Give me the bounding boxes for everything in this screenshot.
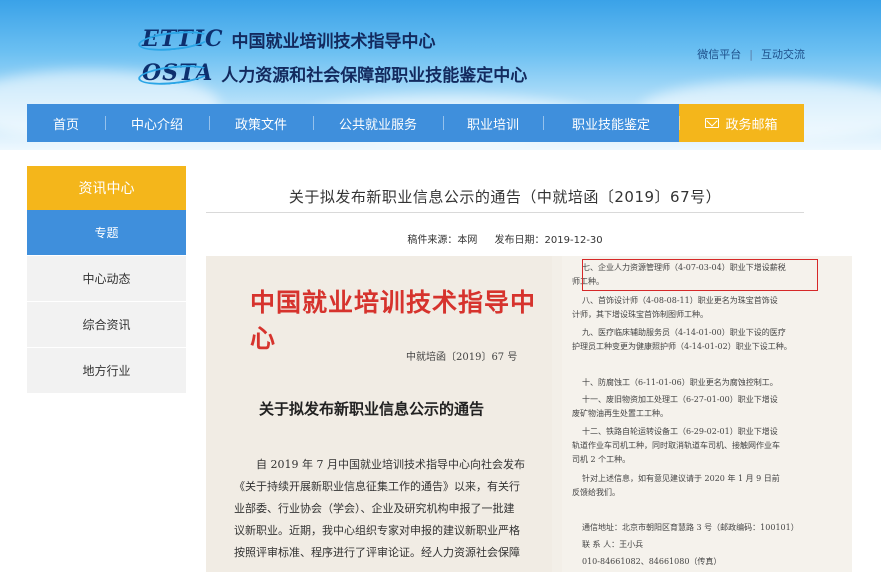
osta-logo-icon: OSTA [137, 60, 213, 88]
logo-ettic[interactable]: ETTIC 中国就业培训技术指导中心 [137, 26, 436, 54]
document-paragraph: 自 2019 年 7 月中国就业培训技术指导中心向社会发布 《关于持续开展新职业… [234, 454, 546, 564]
document-heading: 关于拟发布新职业信息公示的通告 [259, 400, 485, 418]
document-line: 按照评审标准、程序进行了评审论证。经人力资源社会保障 [234, 546, 520, 559]
document-ref-number: 中就培函〔2019〕67 号 [406, 352, 518, 363]
highlight-box [582, 259, 818, 291]
document-org-name: 中国就业培训技术指导中心 [250, 288, 537, 353]
document-line: 通信地址：北京市朝阳区育慧路 3 号（邮政编码：100101） [582, 523, 799, 532]
document-scan: 中国就业培训技术指导中心 中就培函〔2019〕67 号 关于拟发布新职业信息公示… [206, 256, 852, 572]
link-separator: | [749, 47, 753, 61]
document-line: 针对上述信息，如有意见建议请于 2020 年 1 月 9 日前 [582, 474, 780, 483]
sidebar-title: 资讯中心 [27, 166, 186, 210]
ettic-logo-icon: ETTIC [137, 26, 224, 54]
document-line: 八、首饰设计师（4-08-08-11）职业更名为珠宝首饰设 [582, 296, 778, 305]
document-line: 计师，其下增设珠宝首饰制图师工种。 [572, 310, 708, 319]
sidebar: 资讯中心 专题 中心动态 综合资讯 地方行业 [27, 166, 186, 394]
sidebar-item-local[interactable]: 地方行业 [27, 348, 186, 394]
document-line: 九、医疗临床辅助服务员（4-14-01-00）职业下设的医疗 [582, 328, 786, 337]
sidebar-item-general[interactable]: 综合资讯 [27, 302, 186, 348]
nav-policy[interactable]: 政策文件 [209, 104, 313, 142]
interact-link[interactable]: 互动交流 [761, 46, 805, 62]
mail-icon [705, 118, 720, 128]
nav-mailbox[interactable]: 政务邮箱 [679, 104, 804, 142]
document-line: 十二、铁路自轮运转设备工（6-29-02-01）职业下增设 [582, 427, 778, 436]
nav-about[interactable]: 中心介绍 [105, 104, 209, 142]
document-line: 司机 2 个工种。 [572, 455, 631, 464]
nav-training[interactable]: 职业培训 [443, 104, 543, 142]
nav-employment[interactable]: 公共就业服务 [313, 104, 443, 142]
document-line: 议新职业。近期，我中心组织专家对申报的建议新职业严格 [234, 524, 520, 537]
osta-name: 人力资源和社会保障部职业技能鉴定中心 [221, 65, 528, 86]
sidebar-item-topics[interactable]: 专题 [27, 210, 186, 256]
document-line: 反馈给我们。 [572, 488, 620, 497]
document-line: 废矿物油再生处置工工种。 [572, 409, 668, 418]
ettic-name: 中国就业培训技术指导中心 [231, 31, 436, 52]
article-title: 关于拟发布新职业信息公示的通告（中就培函〔2019〕67号） [288, 188, 722, 206]
wechat-link[interactable]: 微信平台 [697, 46, 741, 62]
article-meta: 稿件来源：本网 发布日期：2019-12-30 [206, 231, 804, 246]
document-page-left: 中国就业培训技术指导中心 中就培函〔2019〕67 号 关于拟发布新职业信息公示… [206, 256, 552, 572]
document-line: 联 系 人：王小兵 [582, 540, 644, 549]
document-line: 护理员工种变更为健康照护师（4-14-01-02）职业下设工种。 [572, 342, 792, 351]
sidebar-item-news[interactable]: 中心动态 [27, 256, 186, 302]
document-line: 业部委、行业协会（学会）、企业及研究机构申报了一批建 [234, 502, 515, 515]
main-nav: 首页 中心介绍 政策文件 公共就业服务 职业培训 职业技能鉴定 政务邮箱 [27, 104, 804, 142]
top-links: 微信平台 | 互动交流 [697, 46, 805, 62]
document-line: 010-84661082、84661080（传真） [582, 557, 722, 566]
logo-osta[interactable]: OSTA 人力资源和社会保障部职业技能鉴定中心 [137, 60, 528, 88]
article-source: 稿件来源：本网 [407, 235, 478, 246]
mailbox-label: 政务邮箱 [725, 117, 778, 133]
document-line: 《关于持续开展新职业信息征集工作的通告》以来，有关行 [234, 480, 520, 493]
document-line: 轨道作业车司机工种，同时取消轨道车司机、接触网作业车 [572, 441, 780, 450]
title-divider [206, 212, 804, 213]
document-page-right: 七、企业人力资源管理师（4-07-03-04）职业下增设薪税 师工种。 八、首饰… [562, 256, 852, 572]
document-line: 自 2019 年 7 月中国就业培训技术指导中心向社会发布 [256, 458, 525, 471]
article-date: 发布日期：2019-12-30 [494, 235, 603, 246]
document-line: 十、防腐蚀工（6-11-01-06）职业更名为腐蚀控制工。 [582, 378, 778, 387]
nav-appraisal[interactable]: 职业技能鉴定 [543, 104, 679, 142]
nav-home[interactable]: 首页 [27, 104, 105, 142]
document-line: 十一、废旧物资加工处理工（6-27-01-00）职业下增设 [582, 395, 778, 404]
